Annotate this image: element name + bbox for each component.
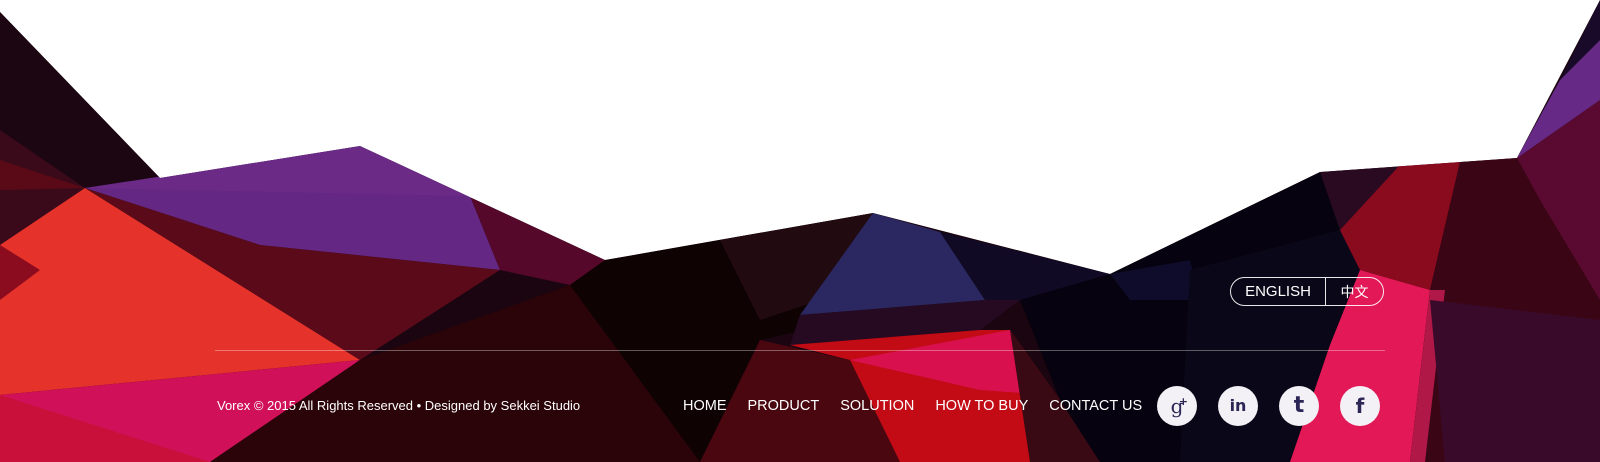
linkedin-button[interactable]: in: [1218, 386, 1258, 426]
social-links: g + in t f: [1157, 386, 1380, 426]
nav-product-link[interactable]: PRODUCT: [748, 398, 820, 414]
facebook-icon: f: [1355, 394, 1365, 418]
language-chinese-button[interactable]: 中文: [1326, 278, 1383, 305]
language-switch: ENGLISH 中文: [1230, 277, 1384, 306]
language-english-button[interactable]: ENGLISH: [1231, 278, 1326, 305]
google-plus-button[interactable]: g +: [1157, 386, 1197, 426]
google-plus-icon-plus: +: [1178, 395, 1188, 408]
twitter-button[interactable]: t: [1279, 386, 1319, 426]
footer-nav: HOME PRODUCT SOLUTION HOW TO BUY CONTACT…: [683, 398, 1142, 414]
copyright-text: Vorex © 2015 All Rights Reserved • Desig…: [217, 398, 581, 413]
footer-divider: [215, 350, 1385, 351]
linkedin-icon: in: [1229, 396, 1247, 415]
twitter-icon: t: [1293, 393, 1305, 418]
facebook-button[interactable]: f: [1340, 386, 1380, 426]
footer: ENGLISH 中文 Vorex © 2015 All Rights Reser…: [0, 0, 1600, 462]
nav-solution-link[interactable]: SOLUTION: [840, 398, 914, 414]
nav-contact-us-link[interactable]: CONTACT US: [1049, 398, 1142, 414]
nav-home-link[interactable]: HOME: [683, 398, 727, 414]
nav-how-to-buy-link[interactable]: HOW TO BUY: [935, 398, 1028, 414]
